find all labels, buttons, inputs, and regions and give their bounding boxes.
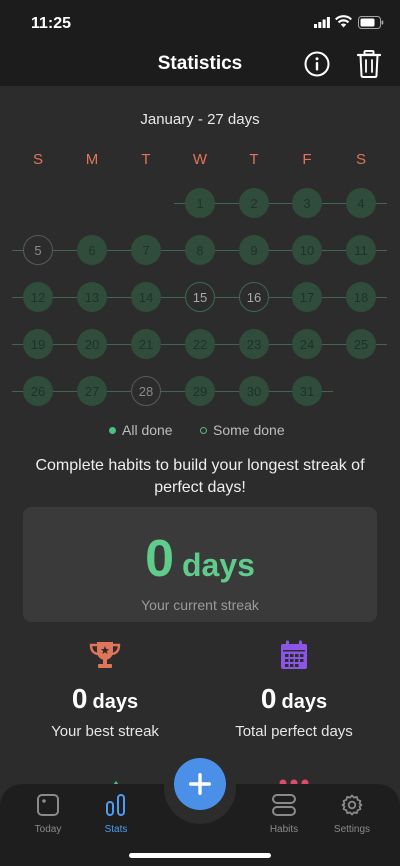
calendar-day[interactable]: 17 (292, 282, 322, 312)
all-done-dot-icon (109, 427, 116, 434)
legend-all-done: All done (122, 422, 173, 438)
tab-habits-label: Habits (269, 824, 299, 835)
calendar-day[interactable]: 1 (185, 188, 215, 218)
calendar-day[interactable]: 30 (239, 376, 269, 406)
plus-icon (189, 773, 211, 795)
best-streak-caption: Your best streak (51, 723, 159, 740)
status-bar: 11:25 (0, 0, 400, 44)
total-perfect-days-unit: days (281, 691, 328, 713)
home-indicator (129, 853, 271, 858)
battery-icon (358, 16, 384, 29)
current-streak-card: 0 days Your current streak (23, 507, 377, 622)
month-label: January - 27 days (140, 111, 260, 128)
weekday-label: S (32, 151, 43, 168)
tab-habits[interactable]: Habits (249, 794, 319, 835)
calendar-day[interactable]: 13 (77, 282, 107, 312)
weekday-label: T (141, 151, 151, 168)
status-time: 11:25 (31, 15, 72, 32)
tab-settings[interactable]: Settings (317, 794, 387, 835)
calendar-day[interactable]: 2 (239, 188, 269, 218)
legend: All done Some done (0, 422, 400, 440)
weekday-label: W (192, 151, 208, 168)
calendar-day[interactable]: 9 (239, 235, 269, 265)
streak-hint: Complete habits to build your longest st… (35, 457, 365, 496)
calendar-icon (281, 640, 307, 669)
calendar-day[interactable]: 26 (23, 376, 53, 406)
weekday-label: F (302, 151, 312, 168)
calendar-day[interactable]: 5 (23, 235, 53, 265)
calendar-day[interactable]: 16 (239, 282, 269, 312)
cellular-signal-icon (314, 17, 330, 28)
calendar-day[interactable]: 28 (131, 376, 161, 406)
calendar-day[interactable]: 6 (77, 235, 107, 265)
header: Statistics (0, 44, 400, 86)
total-perfect-days-value: 0 days (194, 683, 394, 715)
some-done-dot-icon (200, 427, 207, 434)
calendar-day[interactable]: 22 (185, 329, 215, 359)
trash-icon[interactable] (357, 50, 381, 78)
tab-today-label: Today (34, 824, 62, 835)
current-streak-caption: Your current streak (141, 597, 259, 613)
habits-icon (272, 794, 296, 816)
best-streak-number: 0 (71, 683, 88, 714)
total-perfect-days-stat: 0 days Total perfect days (194, 640, 394, 740)
calendar-day[interactable]: 14 (131, 282, 161, 312)
best-streak-unit: days (92, 691, 139, 713)
calendar-day[interactable]: 31 (292, 376, 322, 406)
info-icon[interactable] (304, 51, 330, 77)
wifi-icon (335, 15, 352, 28)
calendar-day[interactable]: 19 (23, 329, 53, 359)
total-perfect-days-number: 0 (260, 683, 277, 714)
calendar-day[interactable]: 3 (292, 188, 322, 218)
calendar-day[interactable]: 23 (239, 329, 269, 359)
weekday-label: M (85, 151, 99, 168)
gear-icon (341, 794, 363, 816)
calendar-day[interactable]: 8 (185, 235, 215, 265)
current-streak-value: 0 days (23, 529, 377, 589)
calendar-day[interactable]: 7 (131, 235, 161, 265)
calendar-day[interactable]: 24 (292, 329, 322, 359)
best-streak-stat: 0 days Your best streak (5, 640, 205, 740)
weekday-label: S (355, 151, 366, 168)
calendar-day[interactable]: 12 (23, 282, 53, 312)
legend-some-done: Some done (213, 422, 285, 438)
calendar-day[interactable]: 21 (131, 329, 161, 359)
calendar-day[interactable]: 11 (346, 235, 376, 265)
calendar-day[interactable]: 29 (185, 376, 215, 406)
page-title: Statistics (157, 53, 243, 74)
calendar-day[interactable]: 10 (292, 235, 322, 265)
add-habit-button[interactable] (174, 758, 226, 810)
stats-icon (106, 794, 125, 816)
calendar-day[interactable]: 20 (77, 329, 107, 359)
weekday-label: T (249, 151, 259, 168)
calendar-day[interactable]: 18 (346, 282, 376, 312)
calendar-day[interactable]: 25 (346, 329, 376, 359)
tab-today[interactable]: Today (13, 794, 83, 835)
calendar-day[interactable]: 15 (185, 282, 215, 312)
calendar-day[interactable]: 4 (346, 188, 376, 218)
tab-stats-label: Stats (104, 824, 128, 835)
best-streak-value: 0 days (5, 683, 205, 715)
trophy-icon (89, 642, 121, 668)
calendar-week-line (12, 391, 333, 392)
tab-settings-label: Settings (333, 824, 371, 835)
current-streak-unit: days (181, 547, 255, 583)
tab-stats[interactable]: Stats (81, 794, 151, 835)
calendar-day[interactable]: 27 (77, 376, 107, 406)
current-streak-number: 0 (145, 530, 174, 588)
total-perfect-days-caption: Total perfect days (235, 723, 353, 740)
today-icon (37, 794, 59, 816)
